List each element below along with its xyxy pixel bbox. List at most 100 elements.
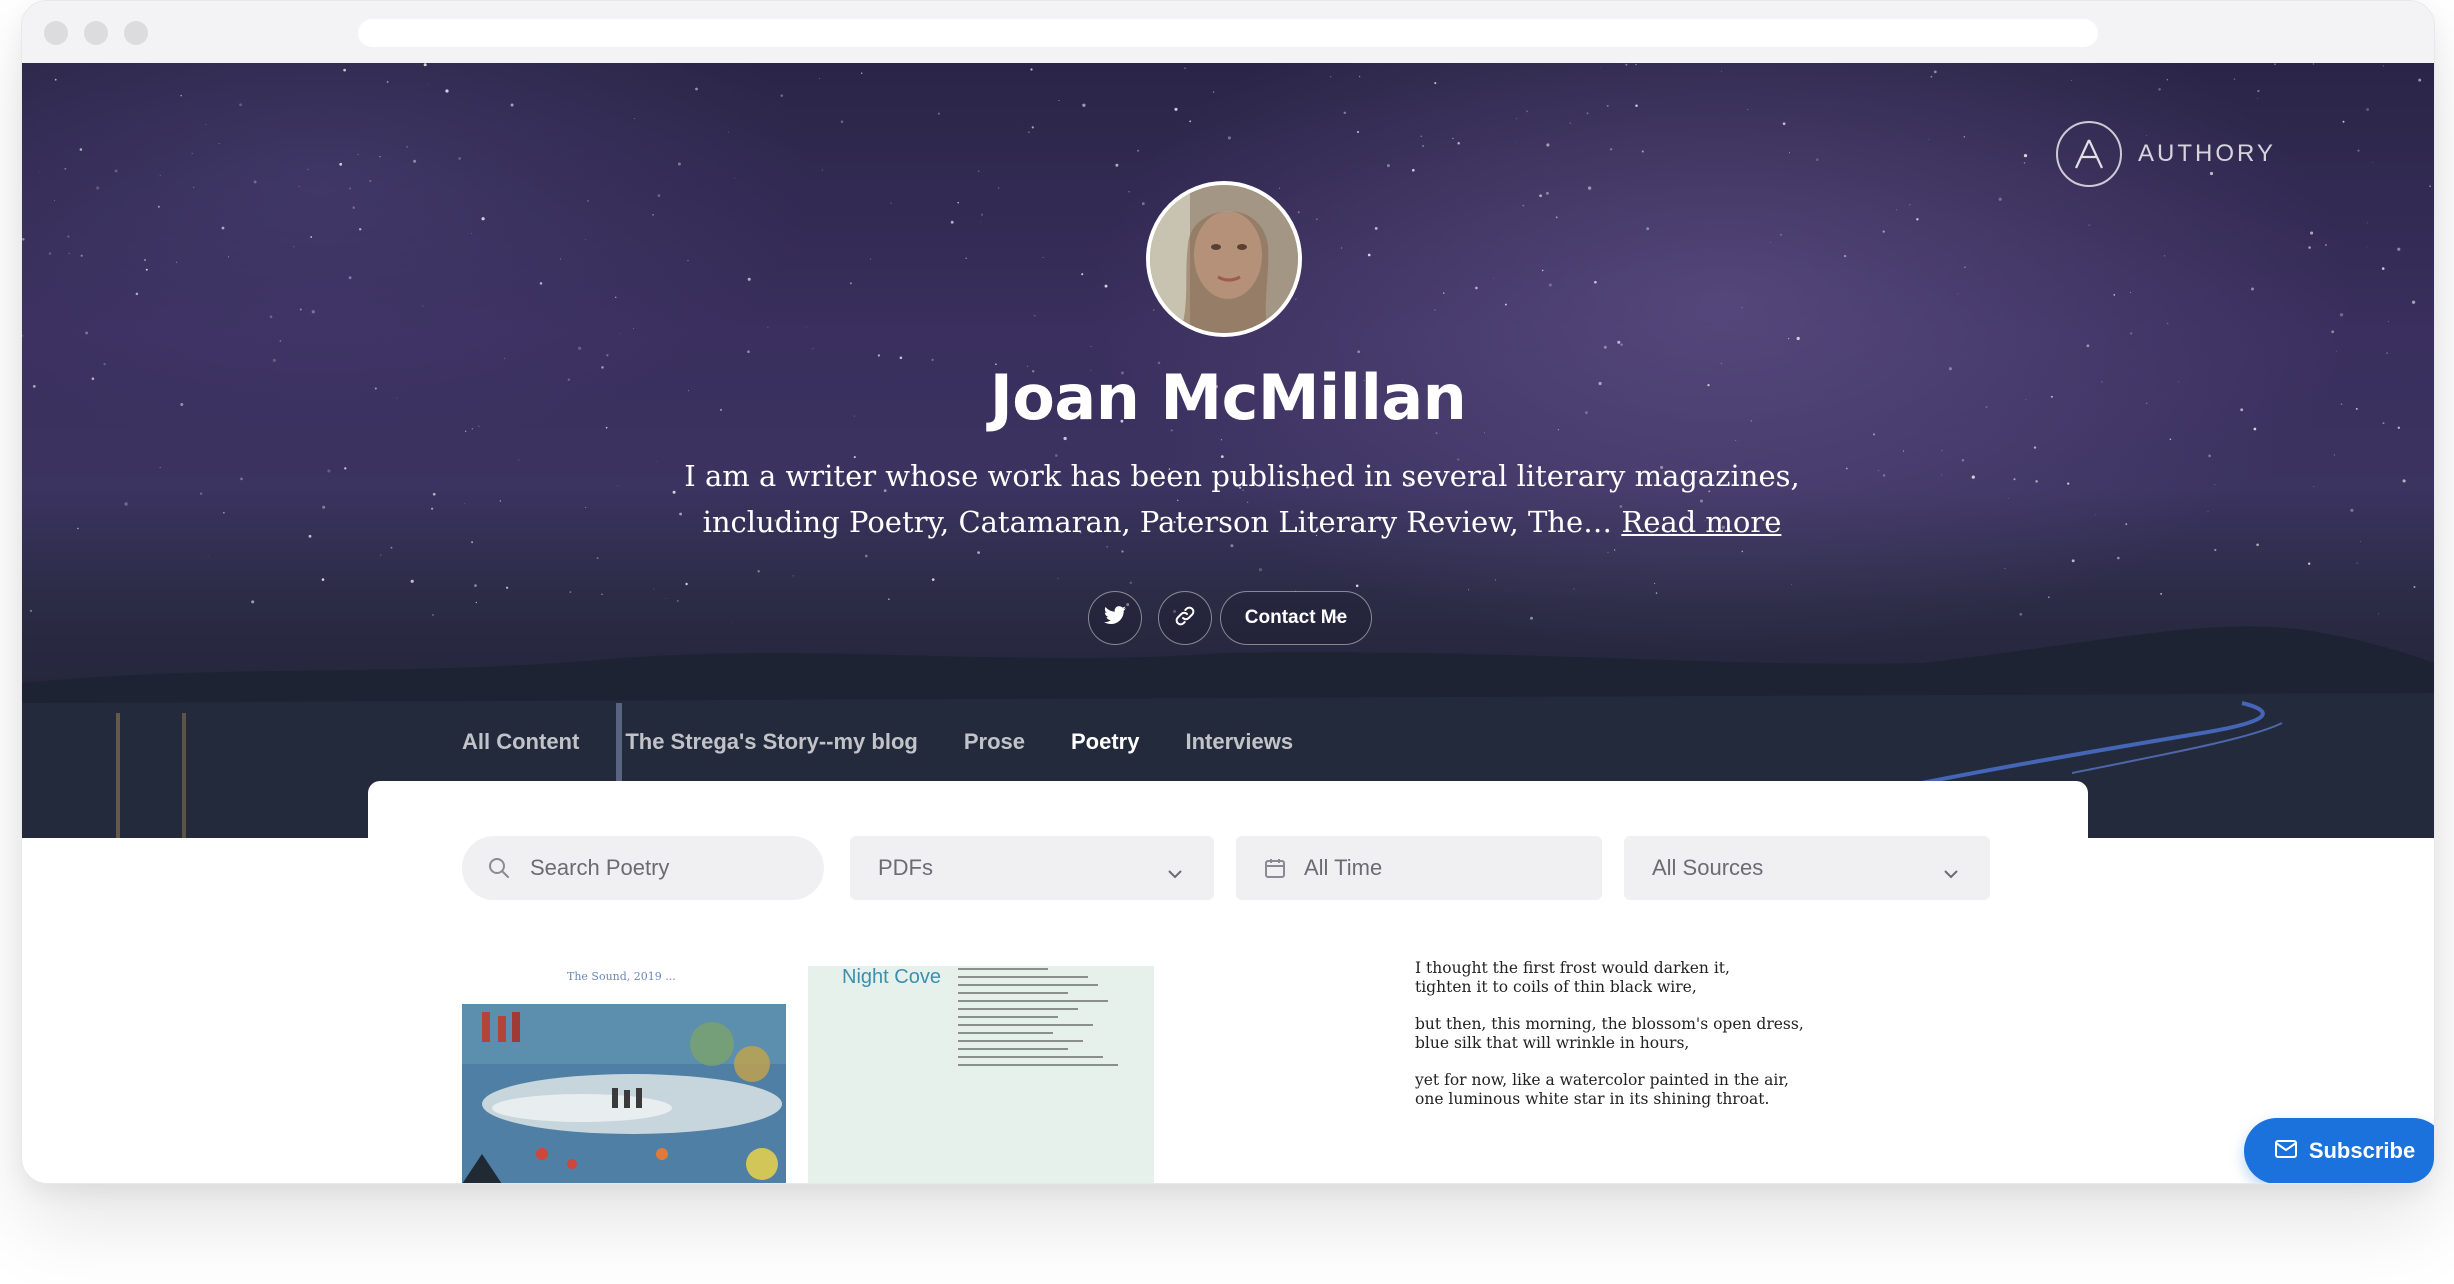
star [145, 268, 148, 271]
star [39, 171, 40, 172]
star [510, 103, 514, 107]
star [1787, 337, 1790, 340]
star [1090, 346, 1092, 348]
star [205, 123, 207, 125]
star [1933, 70, 1937, 74]
star [1770, 241, 1771, 243]
star [619, 333, 621, 334]
star [1845, 467, 1848, 470]
poem-excerpt[interactable]: I thought the first frost would darken i… [1415, 959, 1804, 1127]
star [227, 256, 230, 258]
star [1735, 440, 1737, 441]
star [614, 296, 617, 299]
star [2308, 246, 2311, 249]
star [1614, 549, 1616, 551]
star [890, 202, 892, 204]
authory-brand[interactable]: AUTHORY [2056, 121, 2276, 187]
star [428, 83, 430, 85]
star [1916, 218, 1919, 221]
star [2008, 498, 2009, 499]
star [54, 78, 57, 81]
contact-me-button[interactable]: Contact Me [1220, 591, 1372, 645]
star [343, 68, 346, 72]
star [1539, 194, 1542, 198]
tab-poetry[interactable]: Poetry [1070, 723, 1140, 787]
star [1617, 340, 1621, 344]
poem-line: blue silk that will wrinkle in hours, [1415, 1034, 1690, 1052]
star [539, 282, 543, 285]
star [1635, 104, 1638, 107]
star [1258, 568, 1263, 572]
poem-line: tighten it to coils of thin black wire, [1415, 978, 1697, 996]
star [199, 492, 203, 495]
star [1747, 109, 1749, 110]
tab-prose[interactable]: Prose [964, 723, 1025, 787]
star [864, 554, 868, 558]
star [997, 187, 1000, 189]
star [2388, 321, 2389, 323]
star [1515, 142, 1517, 144]
star [1340, 247, 1343, 249]
poem-stanza: but then, this morning, the blossom's op… [1415, 1015, 1804, 1053]
star [792, 575, 794, 577]
star [2233, 78, 2236, 80]
star [193, 186, 195, 188]
sources-select[interactable]: All Sources [1624, 836, 1990, 900]
star [2372, 162, 2374, 163]
star [767, 326, 769, 329]
poem-line: but then, this morning, the blossom's op… [1415, 1015, 1804, 1033]
star [676, 599, 679, 602]
search-input[interactable]: Search Poetry [462, 836, 824, 900]
star [728, 131, 730, 133]
address-bar[interactable] [358, 19, 2098, 47]
star [1530, 616, 1533, 620]
star [1189, 120, 1192, 123]
window-close-dot[interactable] [44, 21, 68, 45]
star [2035, 480, 2038, 483]
star [977, 551, 980, 554]
star [1655, 592, 1658, 594]
star [812, 348, 814, 350]
star [1625, 63, 1628, 66]
star [1964, 266, 1966, 268]
poem-thumbnail-1[interactable]: The Sound, 2019 ... [462, 966, 786, 1183]
star [135, 292, 139, 296]
star [937, 112, 940, 115]
tab-all-content[interactable]: All Content [462, 723, 579, 787]
link-icon [1173, 604, 1197, 633]
tab-interviews[interactable]: Interviews [1185, 723, 1293, 787]
star [311, 310, 315, 314]
star [2071, 559, 2075, 563]
star [1420, 135, 1423, 138]
date-range-select[interactable]: All Time [1236, 836, 1602, 900]
star [1930, 75, 1933, 78]
format-select[interactable]: PDFs [850, 836, 1214, 900]
star [253, 180, 257, 184]
window-maximize-dot[interactable] [124, 21, 148, 45]
star [458, 157, 462, 160]
star [357, 154, 359, 155]
star [85, 331, 89, 335]
window-minimize-dot[interactable] [84, 21, 108, 45]
star [293, 246, 295, 248]
star [2207, 511, 2209, 512]
star [48, 252, 52, 255]
star [1971, 475, 1975, 479]
subscribe-button[interactable]: Subscribe [2244, 1118, 2434, 1183]
twitter-button[interactable] [1088, 591, 1142, 645]
website-link-button[interactable] [1158, 591, 1212, 645]
star [310, 236, 313, 238]
star [747, 277, 751, 281]
tab-blog[interactable]: The Strega's Story--my blog [625, 723, 918, 787]
star [475, 601, 477, 604]
star [1789, 152, 1791, 154]
read-more-link[interactable]: Read more [1621, 505, 1781, 539]
star [2117, 556, 2120, 560]
poem-thumbnail-night-cove[interactable]: Night Cove [808, 966, 1154, 1183]
star [2013, 478, 2016, 481]
star [124, 502, 128, 506]
star [240, 477, 243, 481]
star [657, 194, 661, 197]
browser-chrome [22, 1, 2434, 63]
star [1654, 582, 1656, 584]
